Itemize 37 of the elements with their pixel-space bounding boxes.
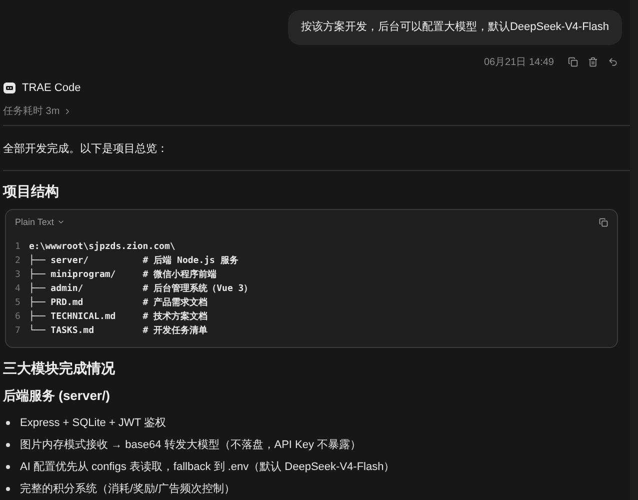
assistant-name: TRAE Code	[22, 80, 81, 96]
line-number: 6	[15, 311, 22, 324]
code-line: └── TASKS.md # 开发任务清单	[29, 325, 208, 338]
undo-icon[interactable]	[608, 57, 618, 67]
bullet-text: 图片内存模式接收 → base64 转发大模型（不落盘，API Key 不暴露）	[20, 438, 362, 453]
line-number: 2	[15, 255, 22, 268]
task-duration-toggle[interactable]: 任务耗时 3m	[3, 104, 72, 119]
bullet-icon	[6, 487, 10, 491]
bullet-icon	[6, 443, 10, 447]
line-number: 3	[15, 269, 22, 282]
section-subheading: 后端服务 (server/)	[3, 387, 110, 405]
copy-icon[interactable]	[568, 57, 578, 67]
robot-icon	[3, 82, 16, 94]
line-number: 1	[15, 241, 22, 254]
language-selector[interactable]: Plain Text	[15, 216, 65, 229]
copy-icon[interactable]	[599, 218, 608, 227]
line-number: 7	[15, 325, 22, 338]
code-line: ├── miniprogram/ # 微信小程序前端	[29, 269, 217, 282]
bullet-text: Express + SQLite + JWT 鉴权	[20, 416, 166, 431]
section-heading: 三大模块完成情况	[3, 359, 115, 378]
code-line: ├── TECHNICAL.md # 技术方案文档	[29, 311, 208, 324]
scrollbar-track[interactable]	[630, 0, 638, 500]
message-time: 06月21日 14:49	[484, 56, 554, 70]
section-heading: 项目结构	[3, 182, 59, 200]
line-number: 5	[15, 297, 22, 310]
code-line: ├── server/ # 后端 Node.js 服务	[29, 255, 238, 268]
bullet-icon	[6, 421, 10, 425]
code-line: ├── PRD.md # 产品需求文档	[29, 297, 208, 310]
line-number: 4	[15, 283, 22, 296]
summary-text: 全部开发完成。以下是项目总览：	[3, 142, 168, 157]
code-line: e:\wwwroot\sjpzds.zion.com\	[29, 241, 176, 254]
code-line: ├── admin/ # 后台管理系统（Vue 3）	[29, 283, 253, 296]
user-message-bubble: 按该方案开发，后台可以配置大模型，默认DeepSeek-V4-Flash	[288, 10, 622, 44]
bullet-text: 完整的积分系统（消耗/奖励/广告频次控制）	[20, 482, 236, 497]
bullet-icon	[6, 465, 10, 469]
delete-icon[interactable]	[588, 57, 598, 67]
bullet-text: AI 配置优先从 configs 表读取，fallback 到 .env（默认 DeepSeek-V4-Flash）	[20, 460, 395, 475]
